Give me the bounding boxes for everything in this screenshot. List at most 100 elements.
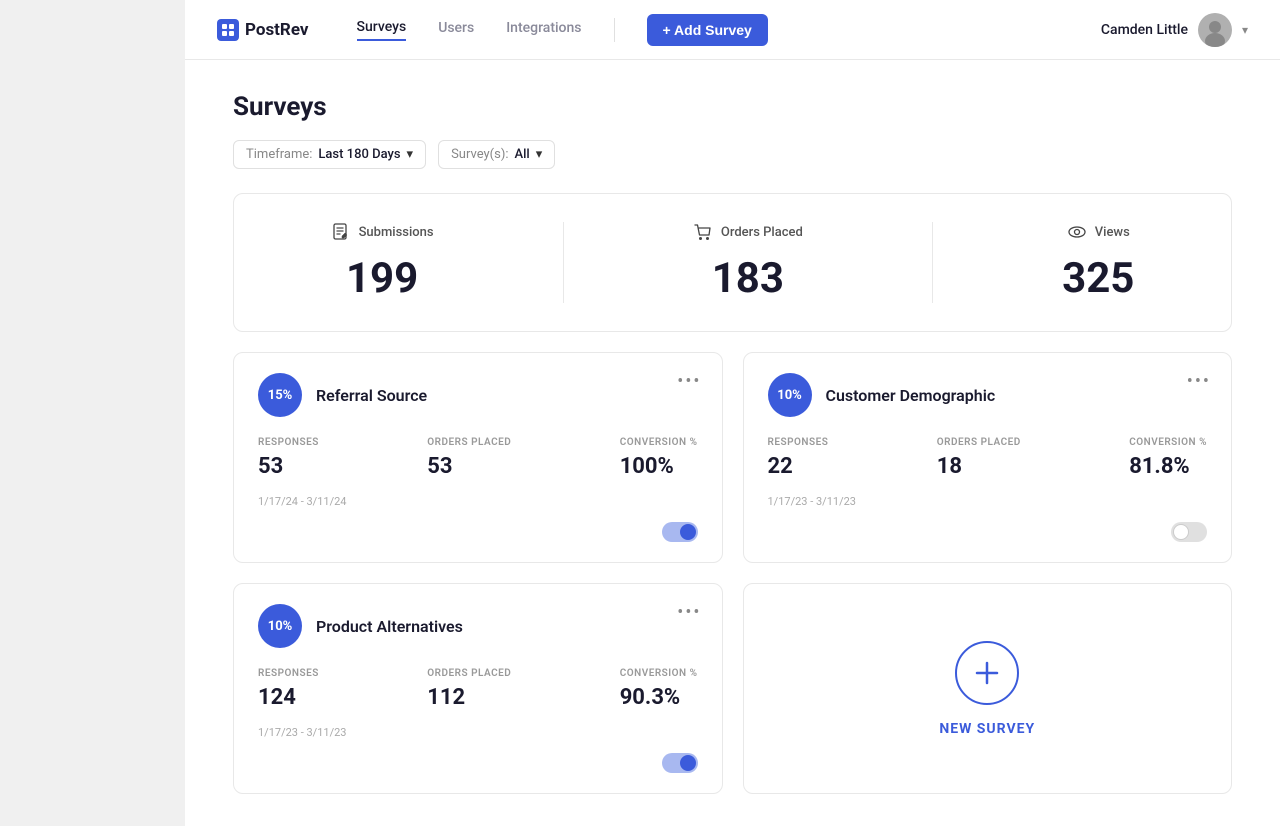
views-icon xyxy=(1067,222,1087,242)
toggle-product[interactable] xyxy=(662,753,698,773)
responses-label-d: RESPONSES xyxy=(768,437,829,448)
survey-stats-product: RESPONSES 124 ORDERS PLACED 112 CONVERSI… xyxy=(258,668,698,710)
timeframe-filter[interactable]: Timeframe: Last 180 Days ▾ xyxy=(233,140,426,169)
survey-date-demographic: 1/17/23 - 3/11/23 xyxy=(768,495,1208,508)
survey-stat-responses-product: RESPONSES 124 xyxy=(258,668,319,710)
toggle-knob-product xyxy=(680,755,696,771)
survey-stat-orders-product: ORDERS PLACED 112 xyxy=(427,668,511,710)
orders-value-demographic: 18 xyxy=(937,454,1021,479)
surveys-label: Survey(s): xyxy=(451,147,508,162)
nav-item-surveys[interactable]: Surveys xyxy=(357,19,407,41)
survey-stat-conversion-product: CONVERSION % 90.3% xyxy=(620,668,698,710)
toggle-knob-referral xyxy=(680,524,696,540)
responses-label-p: RESPONSES xyxy=(258,668,319,679)
conversion-value-referral: 100% xyxy=(620,454,698,479)
stat-submissions: Submissions 199 xyxy=(331,222,434,303)
user-menu-chevron[interactable]: ▾ xyxy=(1242,23,1248,37)
toggle-container-referral xyxy=(258,522,698,542)
logo-svg xyxy=(221,23,235,37)
stat-divider-2 xyxy=(932,222,933,303)
logo[interactable]: PostRev xyxy=(217,19,309,41)
survey-stat-orders-demographic: ORDERS PLACED 18 xyxy=(937,437,1021,479)
survey-badge-referral: 15% xyxy=(258,373,302,417)
new-survey-label: NEW SURVEY xyxy=(939,721,1035,737)
header: PostRev Surveys Users Integrations + Add… xyxy=(185,0,1280,60)
responses-label: RESPONSES xyxy=(258,437,319,448)
submissions-label: Submissions xyxy=(359,225,434,240)
surveys-filter[interactable]: Survey(s): All ▾ xyxy=(438,140,555,169)
survey-stat-orders-referral: ORDERS PLACED 53 xyxy=(427,437,511,479)
survey-name-referral: Referral Source xyxy=(316,386,427,405)
views-label: Views xyxy=(1095,225,1130,240)
survey-stat-conversion-demographic: CONVERSION % 81.8% xyxy=(1129,437,1207,479)
orders-label-d: ORDERS PLACED xyxy=(937,437,1021,448)
survey-stats-referral: RESPONSES 53 ORDERS PLACED 53 CONVERSION… xyxy=(258,437,698,479)
conversion-value-demographic: 81.8% xyxy=(1129,454,1207,479)
survey-card-referral-source: ••• 15% Referral Source RESPONSES 53 ORD… xyxy=(233,352,723,563)
surveys-grid: ••• 15% Referral Source RESPONSES 53 ORD… xyxy=(233,352,1232,794)
survey-stat-responses-referral: RESPONSES 53 xyxy=(258,437,319,479)
sidebar xyxy=(0,0,185,826)
views-value: 325 xyxy=(1062,254,1134,303)
orders-label-p: ORDERS PLACED xyxy=(427,668,511,679)
submissions-value: 199 xyxy=(346,254,418,303)
orders-label: Orders Placed xyxy=(721,225,803,240)
conversion-value-product: 90.3% xyxy=(620,685,698,710)
stat-views: Views 325 xyxy=(1062,222,1134,303)
conversion-label-d: CONVERSION % xyxy=(1129,437,1207,448)
responses-value-referral: 53 xyxy=(258,454,319,479)
orders-value: 183 xyxy=(712,254,784,303)
nav-item-users[interactable]: Users xyxy=(438,20,474,40)
stat-orders-header: Orders Placed xyxy=(693,222,803,242)
survey-date-product: 1/17/23 - 3/11/23 xyxy=(258,726,698,739)
content: Surveys Timeframe: Last 180 Days ▾ Surve… xyxy=(185,60,1280,826)
survey-name-demographic: Customer Demographic xyxy=(826,386,996,405)
conversion-label-p: CONVERSION % xyxy=(620,668,698,679)
filters: Timeframe: Last 180 Days ▾ Survey(s): Al… xyxy=(233,140,1232,169)
survey-card-product-alternatives: ••• 10% Product Alternatives RESPONSES 1… xyxy=(233,583,723,794)
orders-value-referral: 53 xyxy=(427,454,511,479)
new-survey-card[interactable]: NEW SURVEY xyxy=(743,583,1233,794)
avatar[interactable] xyxy=(1198,13,1232,47)
logo-icon xyxy=(217,19,239,41)
survey-stat-conversion-referral: CONVERSION % 100% xyxy=(620,437,698,479)
add-survey-button[interactable]: + Add Survey xyxy=(647,14,768,46)
submissions-icon xyxy=(331,222,351,242)
orders-icon xyxy=(693,222,713,242)
timeframe-chevron: ▾ xyxy=(407,147,414,162)
survey-card-customer-demographic: ••• 10% Customer Demographic RESPONSES 2… xyxy=(743,352,1233,563)
stat-views-header: Views xyxy=(1067,222,1130,242)
survey-badge-product: 10% xyxy=(258,604,302,648)
survey-stats-demographic: RESPONSES 22 ORDERS PLACED 18 CONVERSION… xyxy=(768,437,1208,479)
new-survey-plus-icon xyxy=(955,641,1019,705)
more-menu-product[interactable]: ••• xyxy=(677,602,701,623)
survey-card-header-product: 10% Product Alternatives xyxy=(258,604,698,648)
user-name: Camden Little xyxy=(1101,22,1188,38)
toggle-knob-demographic xyxy=(1173,524,1189,540)
timeframe-label: Timeframe: xyxy=(246,147,312,162)
survey-name-product: Product Alternatives xyxy=(316,617,463,636)
nav-divider xyxy=(614,18,615,42)
responses-value-demographic: 22 xyxy=(768,454,829,479)
stats-card: Submissions 199 Orders xyxy=(233,193,1232,332)
survey-date-referral: 1/17/24 - 3/11/24 xyxy=(258,495,698,508)
main-nav: Surveys Users Integrations + Add Survey xyxy=(357,14,1069,46)
toggle-demographic[interactable] xyxy=(1171,522,1207,542)
logo-text: PostRev xyxy=(245,20,309,40)
more-menu-referral[interactable]: ••• xyxy=(677,371,701,392)
survey-card-header-referral: 15% Referral Source xyxy=(258,373,698,417)
orders-value-product: 112 xyxy=(427,685,511,710)
more-menu-demographic[interactable]: ••• xyxy=(1187,371,1211,392)
stat-divider-1 xyxy=(563,222,564,303)
toggle-referral[interactable] xyxy=(662,522,698,542)
conversion-label: CONVERSION % xyxy=(620,437,698,448)
responses-value-product: 124 xyxy=(258,685,319,710)
main-area: PostRev Surveys Users Integrations + Add… xyxy=(185,0,1280,826)
nav-item-integrations[interactable]: Integrations xyxy=(506,20,581,40)
page-title: Surveys xyxy=(233,92,1232,122)
surveys-value: All xyxy=(515,147,530,162)
toggle-container-demographic xyxy=(768,522,1208,542)
orders-placed-label: ORDERS PLACED xyxy=(427,437,511,448)
survey-stat-responses-demographic: RESPONSES 22 xyxy=(768,437,829,479)
toggle-container-product xyxy=(258,753,698,773)
